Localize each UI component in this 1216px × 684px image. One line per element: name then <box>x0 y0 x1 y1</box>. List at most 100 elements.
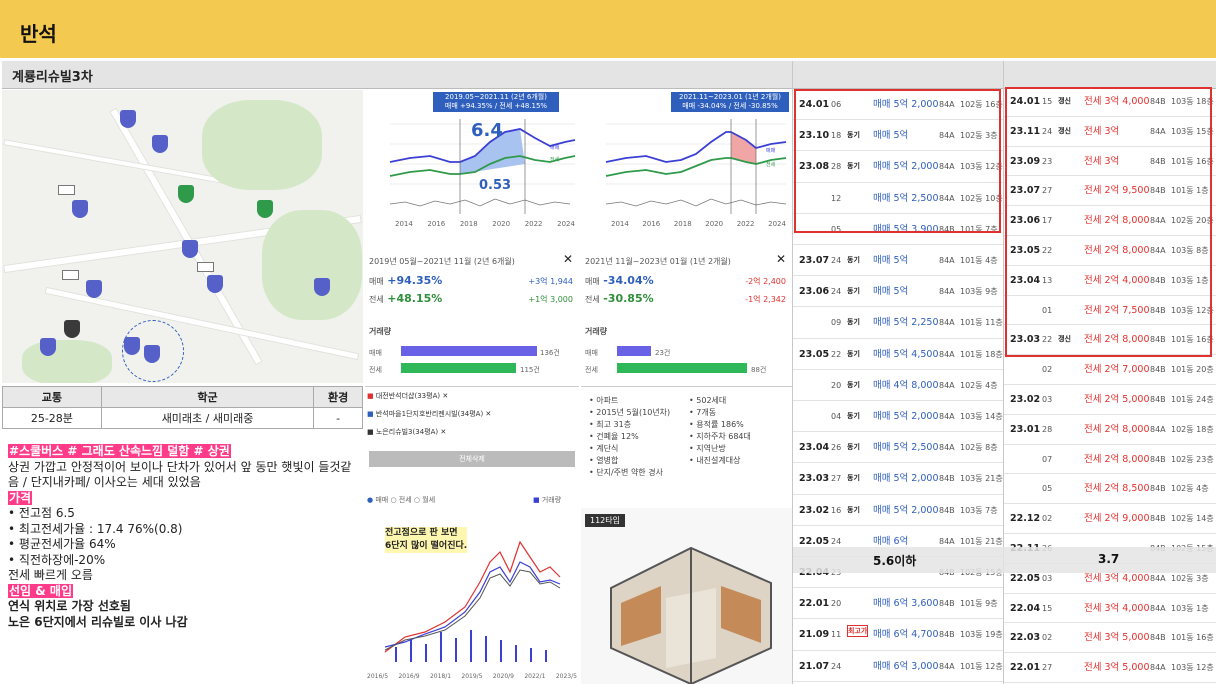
svg-text:매매: 매매 <box>550 144 560 151</box>
transaction-year-month: 23.02 <box>1010 394 1041 405</box>
map-marker-icon[interactable] <box>86 280 102 298</box>
note-bullet: 최고전세가율 : 17.4 76%(0.8) <box>18 521 183 536</box>
transaction-day: 15 <box>1042 603 1053 613</box>
transaction-row[interactable]: 22.03 02 전세 3억 5,000 84B 101동 16층 <box>1004 623 1216 654</box>
map-marker-icon[interactable] <box>314 278 330 296</box>
year-tick: 2014 <box>395 220 413 228</box>
transaction-row[interactable]: 23.02 03 전세 2억 5,000 84B 101동 24층 <box>1004 385 1216 415</box>
transaction-location: 101동 11층 <box>960 318 1003 328</box>
rise-summary: 2019년 05월~2021년 11월 (2년 6개월) ✕ 매매 +94.35… <box>369 252 573 374</box>
transaction-price: 매매 5억 4,500 <box>873 348 939 360</box>
transaction-price: 전세 2억 7,000 <box>1084 364 1150 376</box>
comparison-panel: ■ 대전반석더샵(33평A) ✕ ■ 반석마을1단지호반리젠시빌(34평A) ✕… <box>365 386 579 684</box>
transaction-area: 84B <box>939 599 955 609</box>
transaction-row[interactable]: 04 동기 매매 5억 2,000 84A 103동 14층 <box>793 401 1003 433</box>
transaction-price: 전세 2억 8,000 <box>1084 423 1150 435</box>
transaction-row[interactable]: 23.05 22 동기 매매 5억 4,500 84A 101동 18층 <box>793 339 1003 370</box>
transaction-row[interactable]: 05 전세 2억 8,500 84B 102동 4층 <box>1004 474 1216 505</box>
map-marker-icon[interactable] <box>207 275 223 293</box>
price-heading: 가격 <box>8 490 33 505</box>
transaction-area: 84A <box>1150 663 1166 673</box>
transaction-year-month: 23.05 <box>799 348 830 360</box>
compare-item[interactable]: 대전반석더샵(33평A) <box>376 392 440 400</box>
map-marker-icon[interactable] <box>40 338 56 356</box>
map-marker-icon[interactable] <box>257 200 273 218</box>
transaction-row[interactable]: 23.03 27 동기 매매 5억 2,000 84B 103동 21층 <box>793 463 1003 495</box>
transaction-row[interactable]: 22.01 20 매매 6억 3,600 84B 101동 9층 <box>793 588 1003 620</box>
transaction-row[interactable]: 23.07 24 동기 매매 5억 84A 101동 4층 <box>793 245 1003 277</box>
close-icon[interactable]: ✕ <box>563 252 573 266</box>
transaction-year-month: 21.09 <box>799 629 830 641</box>
map-marker-icon[interactable] <box>178 185 194 203</box>
transaction-row[interactable]: 21.07 24 매매 6억 3,000 84A 101동 12층 <box>793 651 1003 682</box>
compare-item[interactable]: 노은리슈빌3(34평A) <box>376 428 438 436</box>
map-marker-icon[interactable] <box>64 320 80 338</box>
preference-heading: 선임 & 매입 <box>8 583 73 598</box>
transaction-row[interactable]: 23.06 24 동기 매매 5억 84A 103동 9층 <box>793 276 1003 308</box>
transaction-day: 28 <box>1042 424 1053 434</box>
highlight-box <box>1005 87 1212 357</box>
transaction-row[interactable]: 02 전세 2억 7,000 84B 101동 20층 <box>1004 355 1216 385</box>
table-cell: 새미래초 / 새미래중 <box>100 407 315 429</box>
transaction-row[interactable]: 22.12 02 전세 2억 9,000 84B 102동 14층 <box>1004 504 1216 534</box>
transaction-tag: 동기 <box>847 256 860 264</box>
delete-all-button[interactable]: 전체삭제 <box>369 451 575 467</box>
complex-name: 계룡리슈빌3차 <box>12 70 93 85</box>
location-map[interactable] <box>2 90 363 383</box>
table-header: 환경 <box>313 386 363 408</box>
close-icon[interactable]: ✕ <box>776 252 786 266</box>
year-tick: 2016 <box>642 220 661 228</box>
sale-volume-value: 136건 <box>540 349 560 357</box>
jeonse-volume-value: 115건 <box>520 366 540 374</box>
transaction-price: 매매 5억 <box>873 286 909 298</box>
transaction-area: 84A <box>939 380 955 390</box>
map-marker-icon[interactable] <box>120 110 136 128</box>
transaction-row[interactable]: 20 동기 매매 4억 8,000 84A 102동 4층 <box>793 370 1003 401</box>
sale-volume-value: 23건 <box>655 349 671 357</box>
jeonse-volume-bar <box>617 363 747 373</box>
map-marker-icon[interactable] <box>72 200 88 218</box>
transaction-area: 84B <box>1150 633 1166 643</box>
transaction-price: 매매 5억 2,500 <box>873 442 939 454</box>
price-chart-rise[interactable]: 2019.05~2021.11 (2년 6개월) 매매 +94.35% / 전세 … <box>365 90 579 250</box>
transaction-day: 02 <box>1042 365 1053 375</box>
transaction-tag: 동기 <box>847 505 860 514</box>
svg-text:전세: 전세 <box>766 161 776 168</box>
transaction-row[interactable]: 09 동기 매매 5억 2,250 84A 101동 11층 <box>793 307 1003 339</box>
transaction-area: 84B <box>1150 365 1166 375</box>
table-cell: 25-28분 <box>2 407 102 429</box>
transaction-day: 24 <box>831 661 842 671</box>
transaction-row[interactable]: 23.04 26 동기 매매 5억 2,500 84A 102동 8층 <box>793 432 1003 464</box>
transaction-year-month: 22.03 <box>1010 632 1041 644</box>
transaction-day: 27 <box>831 474 842 484</box>
transaction-location: 101동 24층 <box>1171 395 1214 404</box>
transaction-year-month: 23.02 <box>799 504 830 516</box>
transaction-area: 84A <box>939 661 955 671</box>
map-marker-icon[interactable] <box>152 135 168 153</box>
transaction-year-month: 22.04 <box>1010 602 1041 614</box>
volume-title: 거래량 <box>369 327 392 336</box>
transaction-day: 20 <box>831 599 842 609</box>
transaction-price: 매매 6억 3,600 <box>873 598 939 610</box>
transaction-row[interactable]: 23.02 16 동기 매매 5억 2,000 84B 103동 7층 <box>793 495 1003 526</box>
transaction-row[interactable]: 22.04 15 전세 3억 4,000 84A 103동 1층 <box>1004 594 1216 624</box>
transaction-price: 매매 6억 3,000 <box>873 660 939 672</box>
transaction-row[interactable]: 23.01 28 전세 2억 8,000 84A 102동 18층 <box>1004 415 1216 445</box>
year-tick: 2018 <box>673 220 692 228</box>
jeonse-volume-value: 88건 <box>751 366 767 374</box>
note-line: 노은 6단지에서 리슈빌로 이사 나감 <box>8 614 188 629</box>
transaction-day: 09 <box>831 318 842 328</box>
compare-item[interactable]: 반석마을1단지호반리젠시빌(34평A) <box>376 410 483 418</box>
transaction-row[interactable]: 07 전세 2억 8,000 84B 102동 23층 <box>1004 445 1216 475</box>
transaction-location: 102동 14층 <box>1171 514 1214 524</box>
transaction-year-month: 23.07 <box>799 255 830 266</box>
map-marker-icon[interactable] <box>182 240 198 258</box>
transaction-year-month: 23.06 <box>799 286 830 298</box>
section-header-bar <box>2 61 1216 89</box>
svg-text:전세: 전세 <box>550 156 560 163</box>
transaction-location: 102동 4층 <box>1171 484 1209 494</box>
header-banner <box>0 0 1216 58</box>
transaction-row[interactable]: 21.09 11 최고가 매매 6억 4,700 84B 103동 19층 <box>793 619 1003 651</box>
price-chart-fall[interactable]: 2021.11~2023.01 (1년 2개월) 매매 -34.04% / 전세 … <box>581 90 792 250</box>
transaction-row[interactable]: 22.01 27 전세 3억 5,000 84A 103동 12층 <box>1004 653 1216 683</box>
